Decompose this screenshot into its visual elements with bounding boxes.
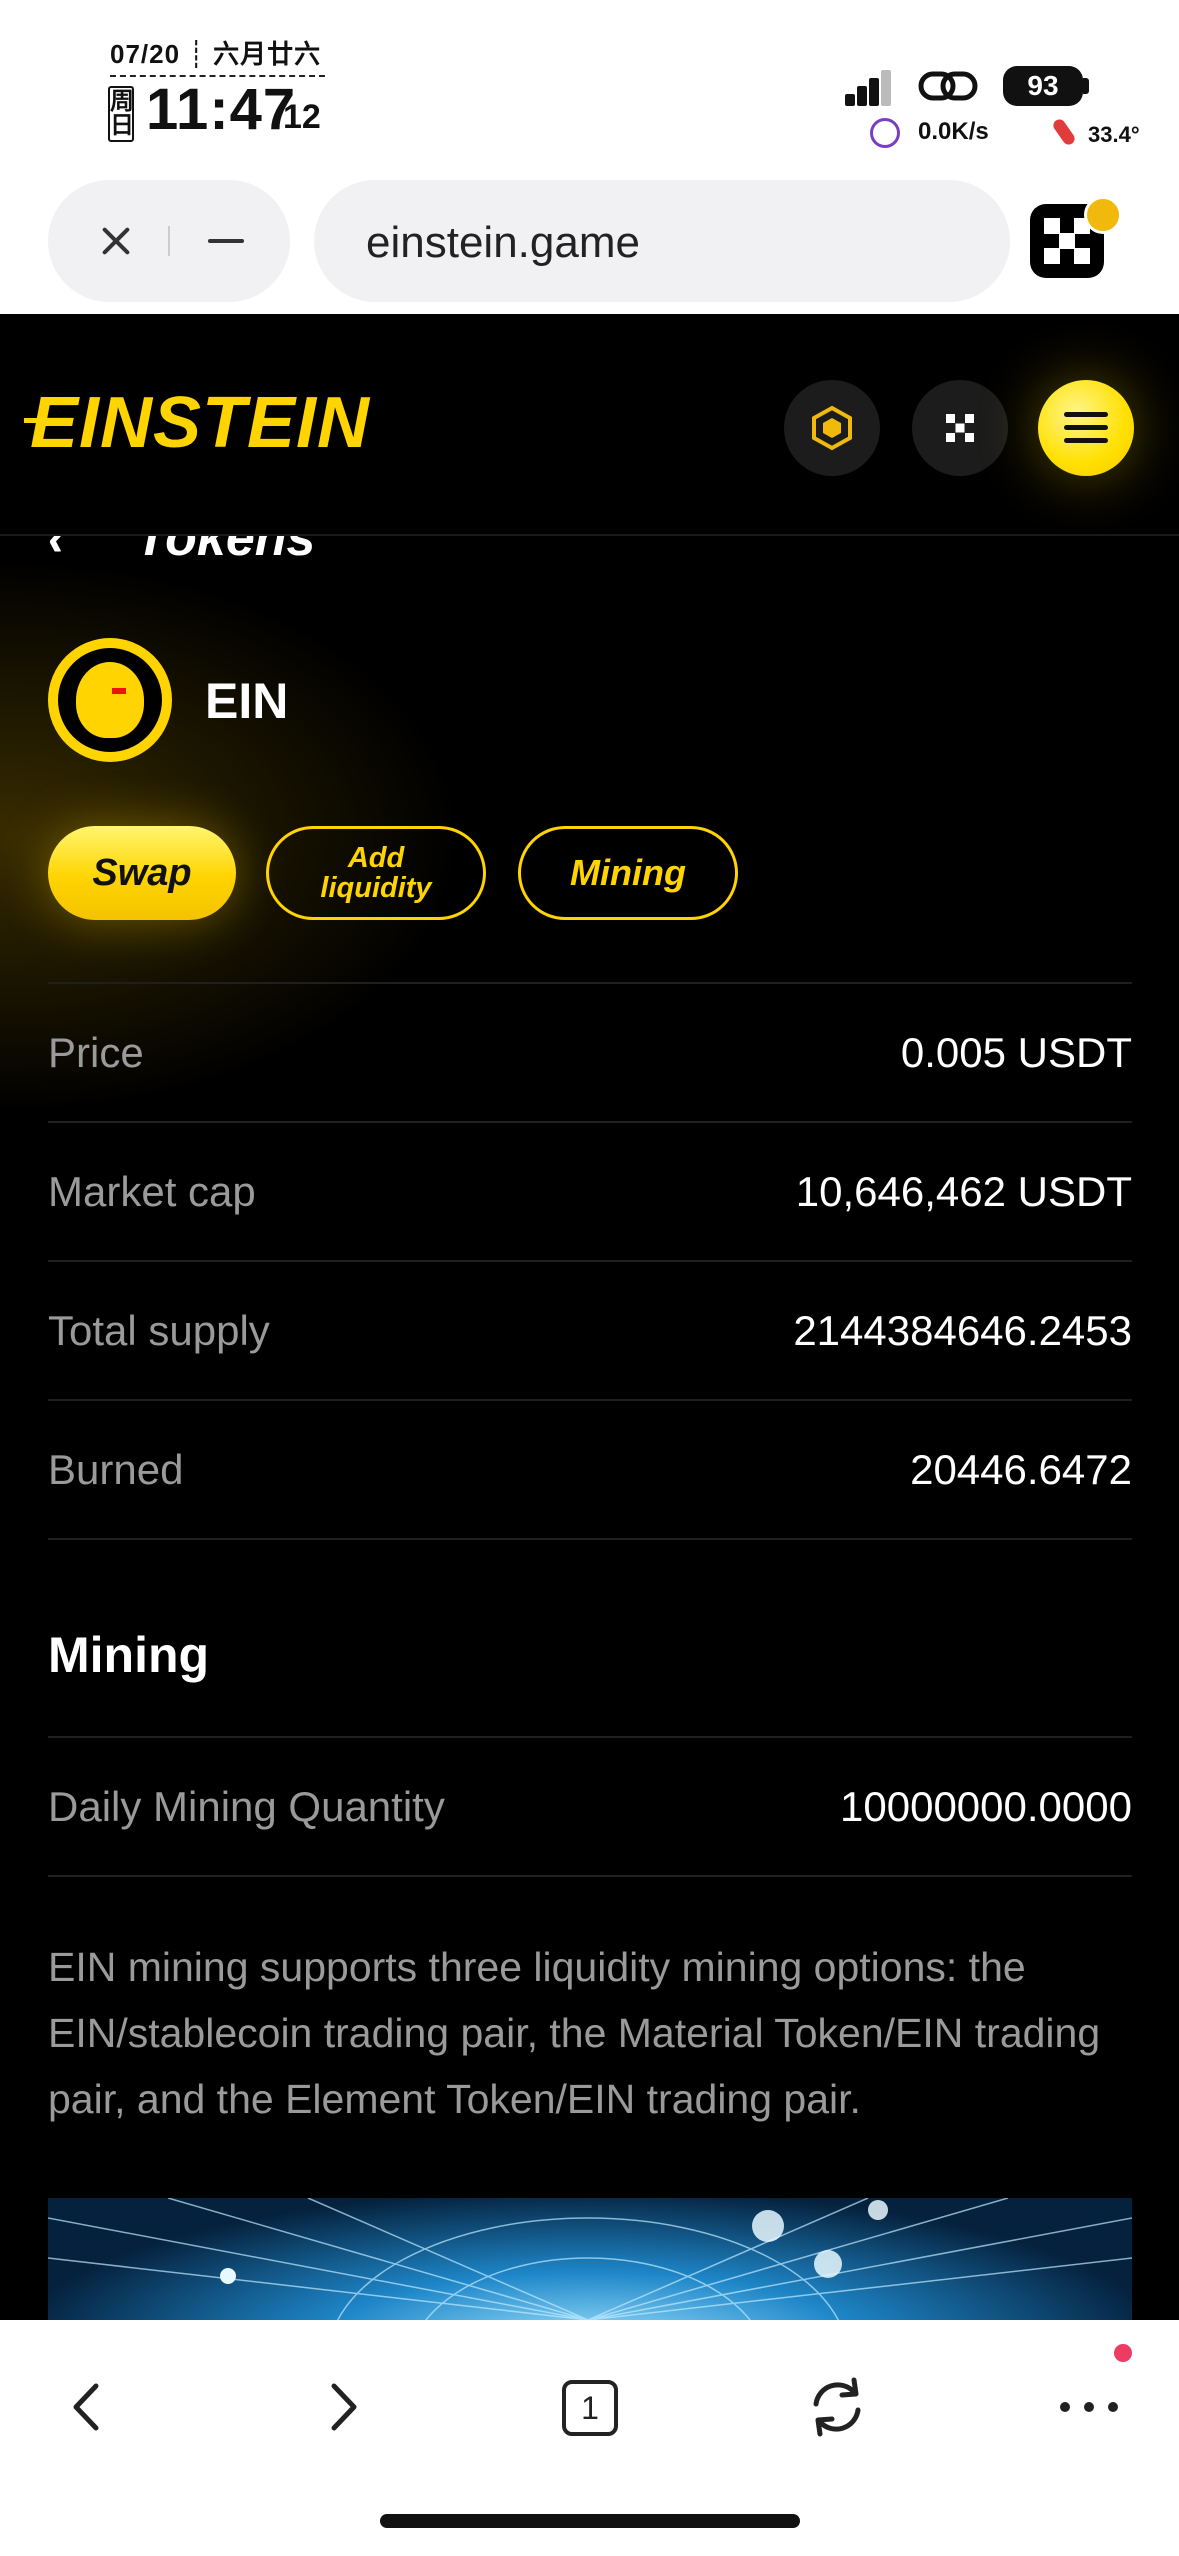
status-seconds: 12	[283, 98, 321, 136]
mining-stats: Daily Mining Quantity 10000000.0000	[48, 1736, 1132, 1877]
divider	[168, 226, 170, 256]
einstein-logo[interactable]: EINSTEIN	[23, 382, 370, 464]
status-date: 07/20 ┊ 六月廿六	[110, 34, 325, 77]
mining-section-title: Mining	[48, 1627, 210, 1683]
stat-label: Market cap	[48, 1167, 256, 1215]
tabs-button[interactable]: 1	[544, 2362, 634, 2452]
swap-button[interactable]: Swap	[48, 826, 236, 920]
menu-icon	[1064, 412, 1108, 444]
net-speed: 0.0K/s	[918, 118, 989, 145]
stat-value: 10,646,462 USDT	[795, 1167, 1132, 1215]
forward-icon[interactable]	[296, 2362, 386, 2452]
page-title-row: ‹ Tokens	[48, 536, 315, 568]
url-text: einstein.game	[366, 218, 640, 267]
battery-icon: 93	[1003, 66, 1083, 106]
minimize-icon[interactable]	[196, 211, 256, 271]
stat-value: 2144384646.2453	[793, 1306, 1132, 1354]
status-weekday: 周日	[108, 86, 134, 142]
page-title: Tokens	[135, 536, 316, 567]
bnb-chain-icon	[812, 405, 852, 451]
status-time: 11:47	[146, 77, 297, 142]
stat-row: Burned 20446.6472	[48, 1401, 1132, 1540]
tab-count: 1	[562, 2380, 618, 2436]
more-icon[interactable]	[1044, 2362, 1134, 2452]
stat-value: 0.005 USDT	[900, 1028, 1132, 1076]
back-icon[interactable]	[44, 2362, 134, 2452]
site-header: EINSTEIN	[0, 314, 1179, 536]
stat-row: Market cap 10,646,462 USDT	[48, 1123, 1132, 1262]
stat-label: Daily Mining Quantity	[48, 1782, 445, 1830]
token-stats: Price 0.005 USDT Market cap 10,646,462 U…	[48, 982, 1132, 1540]
stat-value: 20446.6472	[910, 1445, 1132, 1493]
bnb-chain-button[interactable]	[784, 380, 880, 476]
okx-icon	[946, 414, 974, 442]
window-controls	[48, 180, 290, 302]
browser-toolbar: einstein.game	[0, 180, 1179, 314]
okx-button[interactable]	[912, 380, 1008, 476]
link-icon	[918, 71, 978, 101]
token-name: EIN	[205, 673, 289, 729]
notification-dot	[1114, 2344, 1132, 2362]
stat-row: Price 0.005 USDT	[48, 984, 1132, 1123]
reload-icon[interactable]	[792, 2362, 882, 2452]
mining-banner-image	[48, 2198, 1132, 2320]
stat-label: Price	[48, 1028, 144, 1076]
stat-label: Total supply	[48, 1306, 270, 1354]
mining-description: EIN mining supports three liquidity mini…	[48, 1944, 1101, 2122]
token-logo	[48, 638, 172, 762]
thermometer-icon	[1051, 117, 1077, 147]
stat-row: Total supply 2144384646.2453	[48, 1262, 1132, 1401]
battery-tip	[1083, 78, 1089, 94]
signal-icon	[845, 70, 891, 106]
back-arrow-icon[interactable]: ‹	[48, 536, 65, 568]
menu-button[interactable]	[1038, 380, 1134, 476]
temperature: 33.4°	[1088, 122, 1140, 147]
mining-button[interactable]: Mining	[518, 826, 738, 920]
close-icon[interactable]	[86, 211, 146, 271]
home-indicator[interactable]	[380, 2514, 800, 2528]
globe-icon	[870, 118, 900, 148]
status-bar: 07/20 ┊ 六月廿六 周日 11:47 12 93 0.0K/s 33.4°	[0, 0, 1179, 180]
page-content: ‹ Tokens EIN Swap Add liquidity Mining Pr…	[0, 536, 1179, 2320]
stat-label: Burned	[48, 1445, 184, 1493]
address-bar[interactable]: einstein.game	[314, 180, 1010, 302]
stat-row: Daily Mining Quantity 10000000.0000	[48, 1738, 1132, 1877]
add-liquidity-label: Add liquidity	[320, 842, 432, 904]
add-liquidity-button[interactable]: Add liquidity	[266, 826, 486, 920]
stat-value: 10000000.0000	[840, 1782, 1132, 1830]
bnb-badge-icon	[1084, 196, 1122, 234]
